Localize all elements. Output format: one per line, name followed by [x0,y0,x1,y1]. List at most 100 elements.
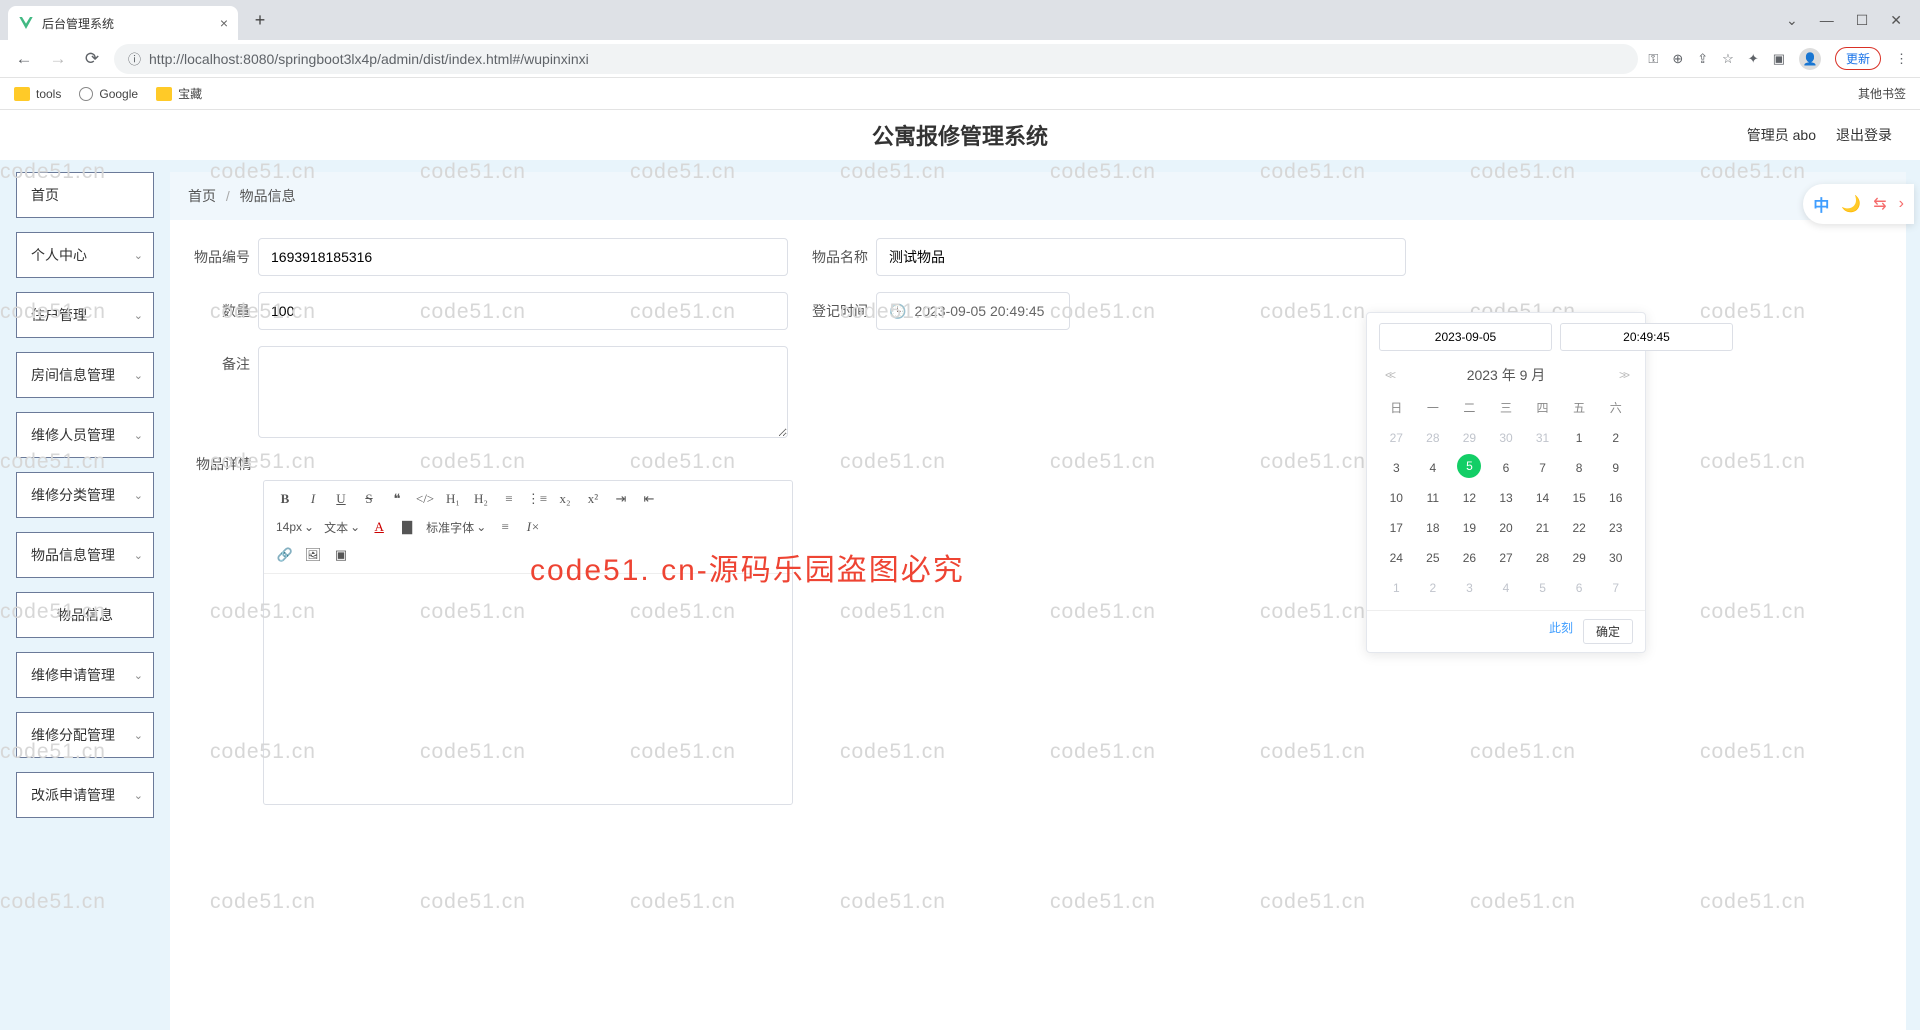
sidebar-item-goods-info[interactable]: 物品信息 [16,592,154,638]
minimize-icon[interactable]: — [1820,12,1834,29]
profile-avatar[interactable]: 👤 [1799,48,1821,70]
day-cell[interactable]: 7 [1525,454,1560,482]
day-cell[interactable]: 13 [1489,484,1524,512]
day-cell[interactable]: 7 [1598,574,1633,602]
bookmark-google[interactable]: Google [79,87,138,101]
sidebar-item-home[interactable]: 首页 [16,172,154,218]
picker-date-input[interactable] [1379,323,1552,351]
day-cell[interactable]: 6 [1489,454,1524,482]
day-cell[interactable]: 8 [1562,454,1597,482]
input-remark[interactable] [258,346,788,438]
breadcrumb-home[interactable]: 首页 [188,188,216,204]
sidebar-item-staff[interactable]: 维修人员管理 [16,412,154,458]
clear-icon[interactable]: I× [520,515,546,539]
input-qty[interactable] [258,292,788,330]
day-cell[interactable]: 26 [1452,544,1487,572]
ol-icon[interactable]: ≡ [496,487,522,511]
sidebar-item-category[interactable]: 维修分类管理 [16,472,154,518]
input-code[interactable] [258,238,788,276]
dropdown-icon[interactable]: ⌄ [1786,12,1798,29]
day-cell[interactable]: 1 [1562,424,1597,452]
other-bookmarks[interactable]: 其他书签 [1852,85,1906,102]
picker-time-input[interactable] [1560,323,1733,351]
ok-button[interactable]: 确定 [1583,619,1633,644]
day-cell[interactable]: 14 [1525,484,1560,512]
texttype-select[interactable]: 文本 ⌄ [320,519,364,536]
day-cell[interactable]: 4 [1416,454,1451,482]
quote-icon[interactable]: ❝ [384,487,410,511]
day-cell[interactable]: 19 [1452,514,1487,542]
underline-icon[interactable]: U [328,487,354,511]
maximize-icon[interactable]: ☐ [1856,12,1869,29]
strike-icon[interactable]: S [356,487,382,511]
sidebar-item-repair-assign[interactable]: 维修分配管理 [16,712,154,758]
prev-year-icon[interactable]: << [1385,368,1393,382]
update-button[interactable]: 更新 [1835,47,1881,70]
code-icon[interactable]: </> [412,487,438,511]
italic-icon[interactable]: I [300,487,326,511]
now-button[interactable]: 此刻 [1549,619,1573,644]
site-info-icon[interactable]: ⓘ [128,49,141,68]
toggle-icon[interactable]: ⇆ [1873,194,1886,214]
image-icon[interactable]: 🖼 [300,543,326,567]
outdent-icon[interactable]: ⇤ [636,487,662,511]
day-cell[interactable]: 6 [1562,574,1597,602]
day-cell[interactable]: 10 [1379,484,1414,512]
zoom-icon[interactable]: ⊕ [1672,51,1683,67]
day-cell[interactable]: 30 [1489,424,1524,452]
sup-icon[interactable]: x² [580,487,606,511]
ul-icon[interactable]: ⋮≡ [524,487,550,511]
sub-icon[interactable]: x₂ [552,487,578,511]
sidebar-item-room[interactable]: 房间信息管理 [16,352,154,398]
day-cell[interactable]: 3 [1379,454,1414,482]
bookmark-icon[interactable]: ☆ [1722,51,1734,67]
forward-button[interactable]: → [46,49,70,69]
day-cell[interactable]: 27 [1489,544,1524,572]
day-cell[interactable]: 28 [1416,424,1451,452]
lang-button[interactable]: 中 [1813,192,1829,216]
day-cell[interactable]: 25 [1416,544,1451,572]
day-cell[interactable]: 23 [1598,514,1633,542]
h2-icon[interactable]: H₂ [468,487,494,511]
day-cell[interactable]: 29 [1452,424,1487,452]
day-cell[interactable]: 20 [1489,514,1524,542]
indent-icon[interactable]: ⇥ [608,487,634,511]
reload-button[interactable]: ⟳ [80,49,104,69]
link-icon[interactable]: 🔗 [272,543,298,567]
fontsize-select[interactable]: 14px ⌄ [272,520,318,534]
user-label[interactable]: 管理员 abo [1747,125,1816,145]
share-icon[interactable]: ⇪ [1697,51,1708,67]
day-cell[interactable]: 21 [1525,514,1560,542]
new-tab-button[interactable]: + [246,6,274,34]
bold-icon[interactable]: B [272,487,298,511]
sidebar-item-resident[interactable]: 住户管理 [16,292,154,338]
day-cell[interactable]: 1 [1379,574,1414,602]
extensions-icon[interactable]: ✦ [1748,51,1759,67]
chevron-right-icon[interactable]: › [1899,195,1904,213]
day-cell[interactable]: 5 [1525,574,1560,602]
h1-icon[interactable]: H₁ [440,487,466,511]
day-cell[interactable]: 3 [1452,574,1487,602]
day-cell[interactable]: 18 [1416,514,1451,542]
bookmark-treasure[interactable]: 宝藏 [156,85,202,102]
day-cell[interactable]: 30 [1598,544,1633,572]
editor-body[interactable] [264,574,792,804]
logout-link[interactable]: 退出登录 [1836,125,1892,145]
day-cell[interactable]: 22 [1562,514,1597,542]
day-cell[interactable]: 9 [1598,454,1633,482]
close-window-icon[interactable]: ✕ [1890,12,1902,29]
textcolor-icon[interactable]: A [366,515,392,539]
sidebar-item-repair-req[interactable]: 维修申请管理 [16,652,154,698]
input-name[interactable] [876,238,1406,276]
day-cell[interactable]: 16 [1598,484,1633,512]
day-cell[interactable]: 11 [1416,484,1451,512]
day-cell[interactable]: 12 [1452,484,1487,512]
day-cell[interactable]: 2 [1598,424,1633,452]
day-cell[interactable]: 27 [1379,424,1414,452]
day-cell[interactable]: 24 [1379,544,1414,572]
close-tab-icon[interactable]: × [220,15,228,31]
bgcolor-icon[interactable]: ▇ [394,515,420,539]
fontfamily-select[interactable]: 标准字体 ⌄ [422,519,490,536]
day-cell[interactable]: 4 [1489,574,1524,602]
day-cell[interactable]: 31 [1525,424,1560,452]
